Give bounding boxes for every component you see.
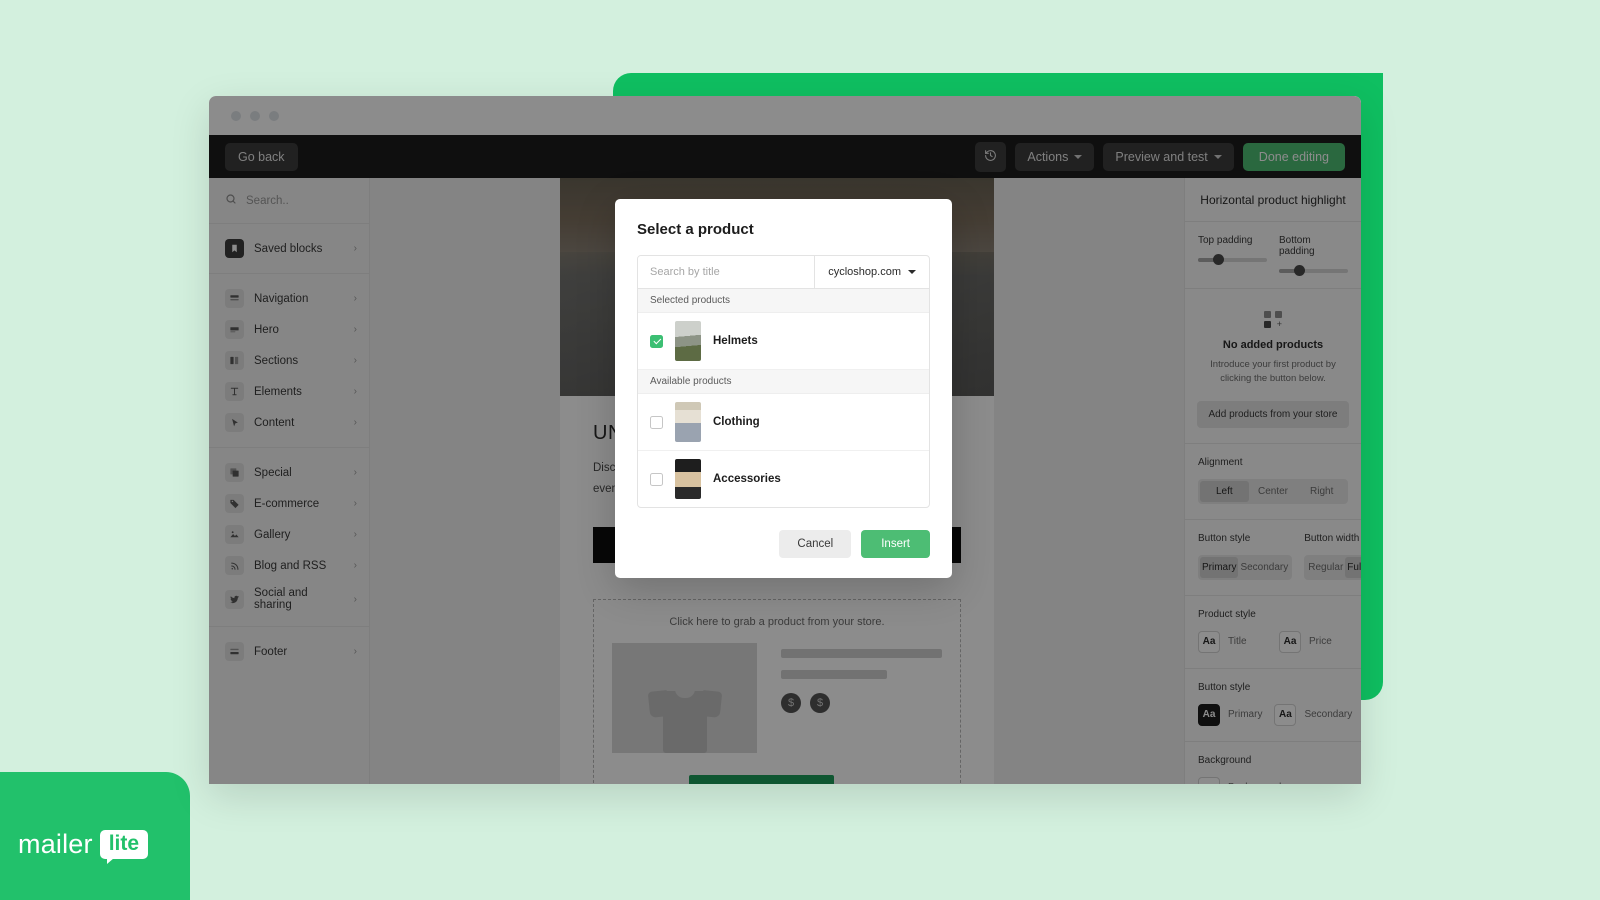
dialog-search-row: cycloshop.com bbox=[638, 256, 929, 289]
product-thumbnail bbox=[675, 321, 701, 361]
product-name: Clothing bbox=[713, 416, 760, 428]
product-list-item[interactable]: Helmets bbox=[638, 313, 929, 370]
selected-products-header: Selected products bbox=[638, 289, 929, 313]
dialog-title: Select a product bbox=[637, 221, 754, 238]
product-thumbnail bbox=[675, 402, 701, 442]
store-domain-label: cycloshop.com bbox=[828, 266, 901, 278]
cancel-button[interactable]: Cancel bbox=[779, 530, 852, 558]
store-domain-dropdown[interactable]: cycloshop.com bbox=[814, 256, 929, 288]
search-input[interactable] bbox=[638, 256, 815, 288]
product-name: Helmets bbox=[713, 335, 758, 347]
logo-primary-text: mailer bbox=[18, 829, 93, 859]
product-checkbox-helmets[interactable] bbox=[650, 334, 663, 348]
logo-badge-text: lite bbox=[99, 830, 149, 864]
select-product-dialog: Select a product cycloshop.com Selected … bbox=[615, 199, 952, 578]
product-list-item[interactable]: Accessories bbox=[638, 451, 929, 507]
available-products-header: Available products bbox=[638, 370, 929, 394]
product-name: Accessories bbox=[713, 473, 781, 485]
chevron-down-icon bbox=[908, 270, 916, 274]
product-thumbnail bbox=[675, 459, 701, 499]
mailerlite-logo: mailer lite bbox=[18, 829, 149, 864]
product-list-box: cycloshop.com Selected products Helmets … bbox=[637, 255, 930, 508]
dialog-actions: Cancel Insert bbox=[637, 530, 930, 558]
product-checkbox-accessories[interactable] bbox=[650, 472, 663, 486]
product-checkbox-clothing[interactable] bbox=[650, 415, 663, 429]
product-list-item[interactable]: Clothing bbox=[638, 394, 929, 451]
insert-button[interactable]: Insert bbox=[861, 530, 930, 558]
